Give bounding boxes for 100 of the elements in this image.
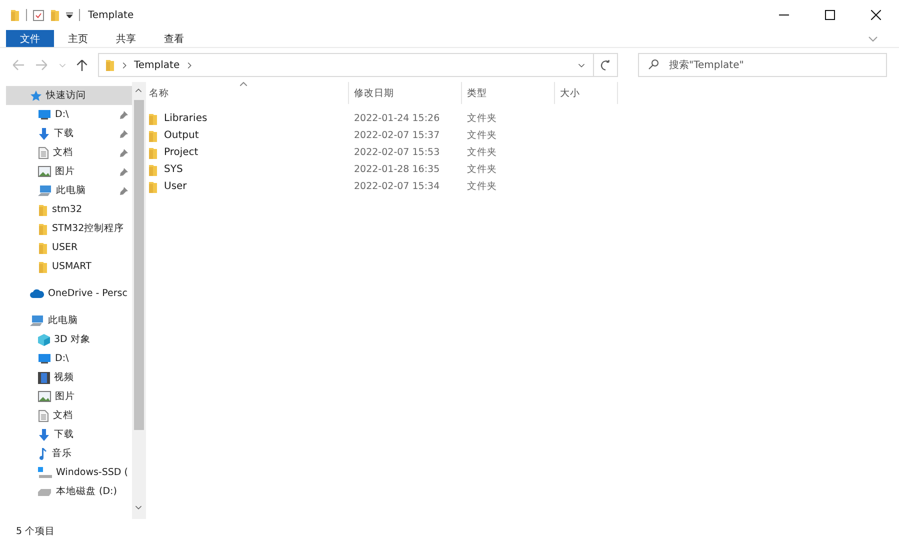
ribbon-tab[interactable]: 文件 <box>6 30 54 47</box>
item-count: 5 个项目 <box>16 524 56 538</box>
sidebar-item[interactable]: 此电脑 <box>6 311 132 330</box>
pin-icon <box>120 186 128 194</box>
back-arrow-icon <box>12 59 24 71</box>
pin-icon <box>120 168 128 176</box>
download-icon <box>38 128 50 140</box>
folder-icon <box>38 204 48 216</box>
chevron-down-icon <box>58 62 66 68</box>
search-field[interactable]: 搜索"Template" <box>638 53 887 77</box>
chevron-icon <box>121 62 128 68</box>
column-header[interactable]: 类型 <box>462 82 555 104</box>
sidebar-item[interactable]: stm32 <box>6 200 132 219</box>
chevron-icon <box>186 62 193 68</box>
cloud-icon <box>30 289 44 298</box>
image-icon <box>38 391 51 402</box>
document-icon <box>38 410 49 422</box>
sidebar-item[interactable]: 快速访问 <box>6 86 132 105</box>
sidebar-item[interactable]: 图片 <box>6 162 132 181</box>
drive-icon <box>38 467 52 478</box>
scrollbar-thumb[interactable] <box>134 100 144 430</box>
date-cell-text: 2022-02-07 15:53 <box>353 147 441 158</box>
chevron-down-icon <box>135 504 142 510</box>
sidebar-item[interactable]: 本地磁盘 (D:) <box>6 482 132 501</box>
close-icon <box>871 10 881 20</box>
address-bar[interactable]: Template <box>98 53 618 77</box>
sidebar-item[interactable]: STM32控制程序 <box>6 219 132 238</box>
monitor-icon <box>38 353 51 364</box>
type-cell-text: 文件夹 <box>466 163 498 176</box>
sidebar-item[interactable]: 音乐 <box>6 444 132 463</box>
ribbon-tab[interactable]: 共享 <box>102 30 150 47</box>
date-cell-text: 2022-01-24 15:26 <box>353 113 441 124</box>
type-cell-text: 文件夹 <box>466 129 498 142</box>
type-cell-text: 文件夹 <box>466 112 498 125</box>
pin-icon <box>120 148 128 156</box>
computer-icon <box>30 314 44 326</box>
back-button[interactable] <box>10 57 26 73</box>
file-name[interactable]: SYS <box>164 164 183 175</box>
folder-icon <box>10 9 20 21</box>
breadcrumb[interactable]: Template <box>134 60 180 70</box>
sidebar-item[interactable]: 此电脑 <box>6 181 132 200</box>
folder-icon <box>148 146 158 158</box>
sidebar-item[interactable]: 视频 <box>6 368 132 387</box>
chevron-down-icon <box>578 62 584 68</box>
sidebar-item[interactable]: Windows-SSD ( <box>6 463 132 482</box>
folder-icon <box>105 59 115 71</box>
search-icon <box>648 59 659 70</box>
forward-arrow-icon <box>36 59 48 71</box>
maximize-icon <box>825 10 835 20</box>
sidebar-item[interactable]: 文档 <box>6 406 132 425</box>
ribbon-tab[interactable]: 主页 <box>54 30 102 47</box>
file-name[interactable]: Libraries <box>164 113 208 124</box>
star-icon <box>30 90 42 102</box>
folder-icon <box>148 180 158 192</box>
file-name[interactable]: Project <box>164 147 198 158</box>
sidebar-item[interactable]: D:\ <box>6 349 132 368</box>
sidebar-item[interactable]: OneDrive - Persc <box>6 284 132 303</box>
forward-button[interactable] <box>34 57 50 73</box>
folder-icon <box>148 164 158 176</box>
up-arrow-icon <box>76 59 88 71</box>
pin-icon <box>120 130 128 138</box>
file-name[interactable]: User <box>164 181 187 192</box>
column-header[interactable]: 名称 <box>144 82 349 104</box>
checkbox-icon[interactable] <box>33 10 44 20</box>
sidebar-item[interactable]: 下载 <box>6 425 132 444</box>
refresh-icon <box>600 60 611 70</box>
film-icon <box>38 372 50 384</box>
folder-icon <box>38 222 48 234</box>
music-note-icon <box>38 448 48 460</box>
sidebar-item[interactable]: 图片 <box>6 387 132 406</box>
column-header[interactable]: 修改日期 <box>349 82 462 104</box>
file-name[interactable]: Output <box>164 130 199 141</box>
date-cell-text: 2022-02-07 15:37 <box>353 130 441 141</box>
pin-icon <box>120 110 128 118</box>
image-icon <box>38 166 51 177</box>
sidebar-item[interactable]: 下载 <box>6 124 132 143</box>
monitor-icon <box>38 109 51 120</box>
chevron-down-icon <box>868 34 878 44</box>
up-button[interactable] <box>74 57 90 73</box>
sidebar-item[interactable]: USMART <box>6 257 132 276</box>
column-header[interactable]: 大小 <box>555 82 618 104</box>
sidebar-item[interactable]: USER <box>6 238 132 257</box>
download-icon <box>38 428 50 440</box>
folder-icon <box>148 130 158 142</box>
scrollbar[interactable] <box>132 82 146 519</box>
folder-icon <box>38 260 48 272</box>
cube-icon <box>38 334 50 346</box>
sidebar-item[interactable]: 文档 <box>6 143 132 162</box>
sidebar-item[interactable]: D:\ <box>6 105 132 124</box>
folder-icon <box>38 242 48 254</box>
document-icon <box>38 146 49 158</box>
type-cell-text: 文件夹 <box>466 146 498 159</box>
date-cell-text: 2022-01-28 16:35 <box>353 164 441 175</box>
ribbon-tab[interactable]: 查看 <box>150 30 198 47</box>
chevron-up-icon <box>135 86 142 94</box>
dropdown-icon[interactable] <box>66 12 73 18</box>
folder-icon <box>148 112 158 124</box>
window-title: Template <box>88 10 134 20</box>
sidebar-item[interactable]: 3D 对象 <box>6 330 132 349</box>
type-cell-text: 文件夹 <box>466 180 498 193</box>
